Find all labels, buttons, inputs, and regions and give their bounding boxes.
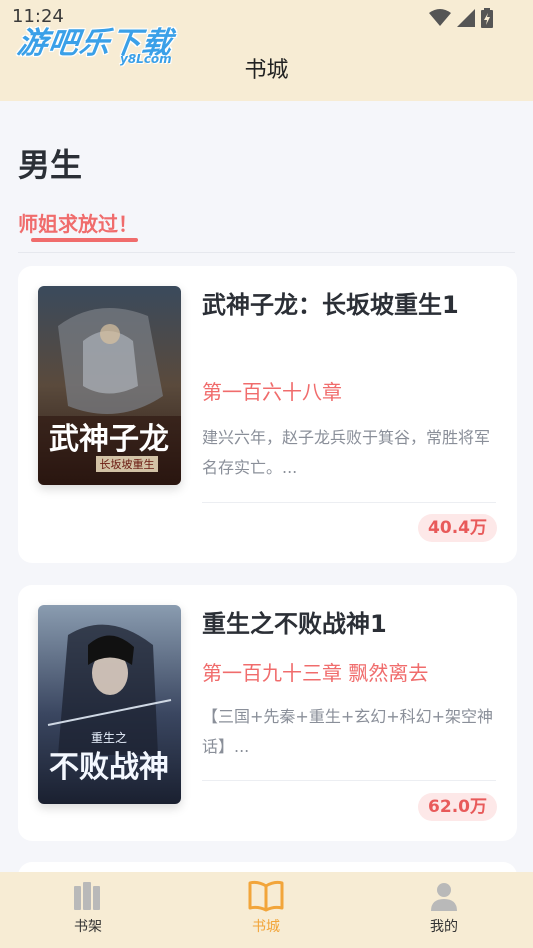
book-cover-art: 重生之 不败战神 [38, 605, 181, 804]
tab-active[interactable]: 师姐求放过！ [18, 208, 138, 237]
book-title[interactable]: 武神子龙：长坂坡重生1 [202, 284, 502, 326]
book-title[interactable]: 重生之不败战神1 [202, 603, 502, 645]
tab-underline [31, 238, 138, 242]
book-cover-art: 武神子龙 长坂坡重生 [38, 286, 181, 485]
page-title: 书城 [244, 58, 289, 83]
section-divider [18, 252, 515, 253]
book-card[interactable]: 重生之 不败战神 重生之不败战神1 第一百九十三章 飘然离去 【三国+先秦+重生… [18, 585, 517, 841]
card-divider [202, 780, 496, 781]
bookshelf-icon [74, 882, 100, 910]
top-bar: 11:24 游吧乐下载 y8Lcom 书城 [0, 0, 533, 101]
book-chapter: 第一百六十八章 [202, 380, 342, 404]
cover-subtitle-text: 长坂坡重生 [100, 457, 155, 471]
book-cover[interactable]: 武神子龙 长坂坡重生 [38, 286, 181, 485]
section-heading: 男生 [18, 146, 83, 184]
battery-icon [481, 8, 493, 28]
cover-title-text: 不败战神 [49, 750, 169, 785]
book-chapter: 第一百九十三章 飘然离去 [202, 661, 429, 685]
nav-item-bookshelf[interactable]: 书架 [48, 880, 128, 936]
wifi-icon [429, 9, 451, 26]
signal-icon [457, 9, 475, 27]
cover-subtitle-text: 重生之 [91, 731, 127, 745]
nav-label: 书架 [74, 919, 102, 935]
nav-label: 书城 [252, 919, 280, 935]
nav-item-mine[interactable]: 我的 [404, 880, 484, 936]
status-icons [429, 8, 493, 28]
nav-label: 我的 [430, 919, 458, 935]
book-description: 建兴六年，赵子龙兵败于箕谷，常胜将军名存实亡。... [202, 428, 491, 477]
book-description: 【三国+先秦+重生+玄幻+科幻+架空神话】... [202, 707, 494, 756]
book-cover[interactable]: 重生之 不败战神 [38, 605, 181, 804]
user-icon [431, 883, 457, 911]
nav-item-bookstore[interactable]: 书城 [226, 880, 306, 936]
read-count-badge: 40.4万 [418, 514, 497, 542]
book-card[interactable]: 武神子龙 长坂坡重生 武神子龙：长坂坡重生1 第一百六十八章 建兴六年，赵子龙兵… [18, 266, 517, 563]
card-divider [202, 502, 496, 503]
bottom-nav: 书架 书城 我的 [0, 872, 533, 948]
open-book-icon [248, 880, 284, 912]
read-count-badge: 62.0万 [418, 793, 497, 821]
cover-title-text: 武神子龙 [49, 422, 169, 457]
